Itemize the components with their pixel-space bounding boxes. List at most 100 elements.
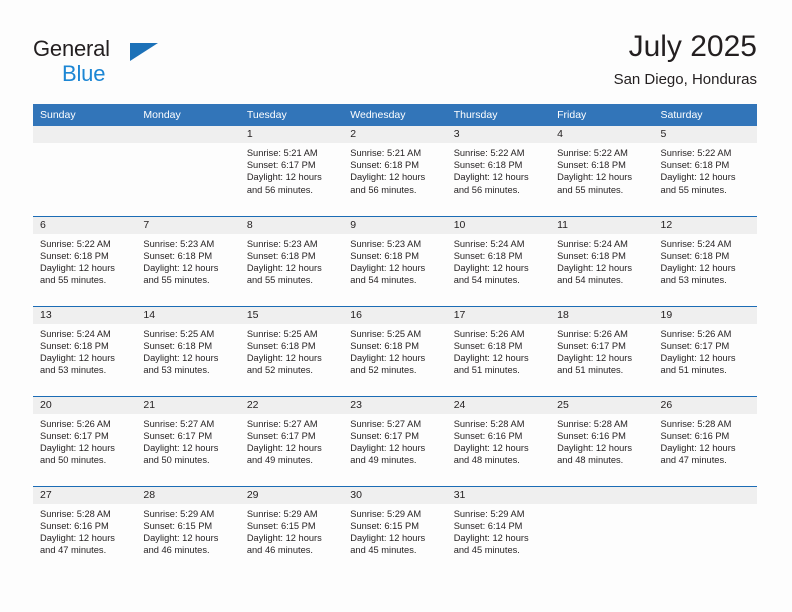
calendar-day-cell[interactable]: 27 Sunrise: 5:28 AM Sunset: 6:16 PM Dayligh… xyxy=(33,485,137,576)
calendar-day-cell[interactable]: 11 Sunrise: 5:24 AM Sunset: 6:18 PM Dayligh… xyxy=(550,215,654,306)
daylight-text: Daylight: 12 hours xyxy=(660,352,736,363)
calendar-day-cell[interactable]: 23 Sunrise: 5:27 AM Sunset: 6:17 PM Dayligh… xyxy=(343,395,447,486)
calendar-day-cell[interactable]: 28 Sunrise: 5:29 AM Sunset: 6:15 PM Dayligh… xyxy=(136,485,240,576)
calendar-day-cell[interactable]: 22 Sunrise: 5:27 AM Sunset: 6:17 PM Dayligh… xyxy=(239,395,344,486)
calendar-day-cell[interactable]: 4 Sunrise: 5:22 AM Sunset: 6:18 PM Daylight… xyxy=(550,126,654,216)
sunset-text: Sunset: 6:17 PM xyxy=(143,430,213,441)
daylight-text: Daylight: 12 hours xyxy=(40,352,115,363)
general-blue-logo: General Blue xyxy=(33,36,163,90)
daylight-text-cont: and 53 minutes. xyxy=(143,365,210,376)
calendar-day-cell[interactable]: 9 Sunrise: 5:23 AM Sunset: 6:18 PM Daylight… xyxy=(343,215,447,306)
daylight-text: Daylight: 12 hours xyxy=(143,262,219,273)
day-details xyxy=(654,504,757,508)
daylight-text: Daylight: 12 hours xyxy=(660,172,736,183)
calendar-day-cell[interactable]: 8 Sunrise: 5:23 AM Sunset: 6:18 PM Daylight… xyxy=(239,215,344,306)
calendar-day-cell[interactable]: 3 Sunrise: 5:22 AM Sunset: 6:18 PM Daylight… xyxy=(446,126,551,216)
daylight-text-cont: and 50 minutes. xyxy=(40,455,107,466)
calendar-day-cell[interactable]: 15 Sunrise: 5:25 AM Sunset: 6:18 PM Dayligh… xyxy=(239,305,344,396)
calendar-day-cell[interactable]: 16 Sunrise: 5:25 AM Sunset: 6:18 PM Dayligh… xyxy=(343,305,447,396)
calendar-day-cell[interactable]: 20 Sunrise: 5:26 AM Sunset: 6:17 PM Dayligh… xyxy=(33,395,137,486)
sunset-text: Sunset: 6:16 PM xyxy=(40,520,109,531)
page-header: General Blue July 2025 San Diego, Hondur… xyxy=(33,28,757,98)
day-number: 28 xyxy=(136,486,240,504)
day-details: Sunrise: 5:27 AM Sunset: 6:17 PM Daylight:… xyxy=(136,414,239,467)
sunrise-text: Sunrise: 5:29 AM xyxy=(246,508,318,519)
sunrise-text: Sunrise: 5:28 AM xyxy=(40,508,111,519)
calendar-day-cell[interactable]: 31 Sunrise: 5:29 AM Sunset: 6:14 PM Dayligh… xyxy=(446,485,551,576)
day-number: 19 xyxy=(653,306,757,324)
sunrise-text: Sunrise: 5:26 AM xyxy=(453,328,525,339)
calendar-day-cell[interactable]: 7 Sunrise: 5:23 AM Sunset: 6:18 PM Daylight… xyxy=(136,215,240,306)
calendar-day-cell[interactable]: 21 Sunrise: 5:27 AM Sunset: 6:17 PM Dayligh… xyxy=(136,395,240,486)
sunset-text: Sunset: 6:18 PM xyxy=(557,160,626,171)
calendar-day-cell[interactable]: 29 Sunrise: 5:29 AM Sunset: 6:15 PM Dayligh… xyxy=(239,485,344,576)
daylight-text: Daylight: 12 hours xyxy=(143,352,219,363)
calendar-day-cell[interactable]: 30 Sunrise: 5:29 AM Sunset: 6:15 PM Dayligh… xyxy=(343,485,447,576)
day-details: Sunrise: 5:23 AM Sunset: 6:18 PM Daylight:… xyxy=(136,234,239,287)
calendar-week-row: 13 Sunrise: 5:24 AM Sunset: 6:18 PM Dayligh… xyxy=(33,305,757,396)
calendar-day-cell[interactable]: 24 Sunrise: 5:28 AM Sunset: 6:16 PM Dayligh… xyxy=(446,395,551,486)
calendar-day-cell[interactable]: 14 Sunrise: 5:25 AM Sunset: 6:18 PM Dayligh… xyxy=(136,305,240,396)
day-number: 3 xyxy=(446,126,551,143)
day-number: 10 xyxy=(446,216,551,234)
calendar-week-row: 20 Sunrise: 5:26 AM Sunset: 6:17 PM Dayligh… xyxy=(33,395,757,486)
daylight-text-cont: and 55 minutes. xyxy=(246,275,313,286)
daylight-text-cont: and 52 minutes. xyxy=(246,365,313,376)
day-number: 18 xyxy=(550,306,654,324)
weekday-header-wednesday: Wednesday xyxy=(343,104,447,126)
day-number: 17 xyxy=(446,306,551,324)
sunset-text: Sunset: 6:18 PM xyxy=(660,160,730,171)
sunset-text: Sunset: 6:17 PM xyxy=(40,430,109,441)
sunrise-text: Sunrise: 5:27 AM xyxy=(350,418,422,429)
calendar-day-cell[interactable]: 2 Sunrise: 5:21 AM Sunset: 6:18 PM Daylight… xyxy=(343,126,447,216)
day-number: 4 xyxy=(550,126,654,143)
page-subtitle: San Diego, Honduras xyxy=(613,71,757,88)
day-details xyxy=(550,504,653,508)
sunrise-text: Sunrise: 5:26 AM xyxy=(660,328,732,339)
daylight-text: Daylight: 12 hours xyxy=(453,532,529,543)
day-details: Sunrise: 5:21 AM Sunset: 6:18 PM Daylight:… xyxy=(343,143,446,196)
sunrise-text: Sunrise: 5:25 AM xyxy=(143,328,215,339)
calendar-day-cell[interactable]: 19 Sunrise: 5:26 AM Sunset: 6:17 PM Dayligh… xyxy=(653,305,757,396)
day-number: 8 xyxy=(239,216,344,234)
sunset-text: Sunset: 6:17 PM xyxy=(246,160,316,171)
calendar-day-cell-empty xyxy=(33,126,137,216)
calendar-day-cell[interactable]: 13 Sunrise: 5:24 AM Sunset: 6:18 PM Dayligh… xyxy=(33,305,137,396)
calendar-day-cell[interactable]: 6 Sunrise: 5:22 AM Sunset: 6:18 PM Daylight… xyxy=(33,215,137,306)
calendar-day-cell[interactable]: 1 Sunrise: 5:21 AM Sunset: 6:17 PM Daylight… xyxy=(239,126,344,216)
sunrise-text: Sunrise: 5:22 AM xyxy=(557,148,628,158)
daylight-text: Daylight: 12 hours xyxy=(246,262,322,273)
daylight-text-cont: and 54 minutes. xyxy=(350,275,417,286)
daylight-text-cont: and 45 minutes. xyxy=(350,545,417,556)
day-details: Sunrise: 5:23 AM Sunset: 6:18 PM Daylight:… xyxy=(343,234,446,287)
day-details: Sunrise: 5:29 AM Sunset: 6:15 PM Daylight:… xyxy=(136,504,239,557)
calendar-day-cell[interactable]: 25 Sunrise: 5:28 AM Sunset: 6:16 PM Dayligh… xyxy=(550,395,654,486)
day-number: 13 xyxy=(33,306,137,324)
day-details: Sunrise: 5:29 AM Sunset: 6:14 PM Daylight:… xyxy=(447,504,550,557)
calendar-day-cell[interactable]: 12 Sunrise: 5:24 AM Sunset: 6:18 PM Dayligh… xyxy=(653,215,757,306)
sunset-text: Sunset: 6:18 PM xyxy=(143,340,213,351)
sunrise-text: Sunrise: 5:28 AM xyxy=(453,418,525,429)
daylight-text-cont: and 48 minutes. xyxy=(453,455,520,466)
sunset-text: Sunset: 6:17 PM xyxy=(350,430,419,441)
sunrise-text: Sunrise: 5:23 AM xyxy=(350,238,422,249)
sunrise-text: Sunrise: 5:29 AM xyxy=(143,508,215,519)
sunset-text: Sunset: 6:16 PM xyxy=(660,430,730,441)
sunset-text: Sunset: 6:17 PM xyxy=(557,340,626,351)
daylight-text-cont: and 50 minutes. xyxy=(143,455,210,466)
sunset-text: Sunset: 6:18 PM xyxy=(557,250,626,261)
calendar-day-cell[interactable]: 5 Sunrise: 5:22 AM Sunset: 6:18 PM Daylight… xyxy=(653,126,757,216)
daylight-text: Daylight: 12 hours xyxy=(246,532,322,543)
sunset-text: Sunset: 6:18 PM xyxy=(143,250,213,261)
calendar-day-cell[interactable]: 18 Sunrise: 5:26 AM Sunset: 6:17 PM Dayligh… xyxy=(550,305,654,396)
daylight-text: Daylight: 12 hours xyxy=(350,352,426,363)
calendar-day-cell[interactable]: 17 Sunrise: 5:26 AM Sunset: 6:18 PM Dayligh… xyxy=(446,305,551,396)
daylight-text-cont: and 46 minutes. xyxy=(143,545,210,556)
calendar-day-cell[interactable]: 26 Sunrise: 5:28 AM Sunset: 6:16 PM Dayligh… xyxy=(653,395,757,486)
daylight-text-cont: and 56 minutes. xyxy=(350,184,417,195)
sunset-text: Sunset: 6:16 PM xyxy=(557,430,626,441)
sunset-text: Sunset: 6:18 PM xyxy=(350,340,419,351)
daylight-text: Daylight: 12 hours xyxy=(660,262,736,273)
calendar-day-cell[interactable]: 10 Sunrise: 5:24 AM Sunset: 6:18 PM Dayligh… xyxy=(446,215,551,306)
daylight-text: Daylight: 12 hours xyxy=(246,172,322,183)
